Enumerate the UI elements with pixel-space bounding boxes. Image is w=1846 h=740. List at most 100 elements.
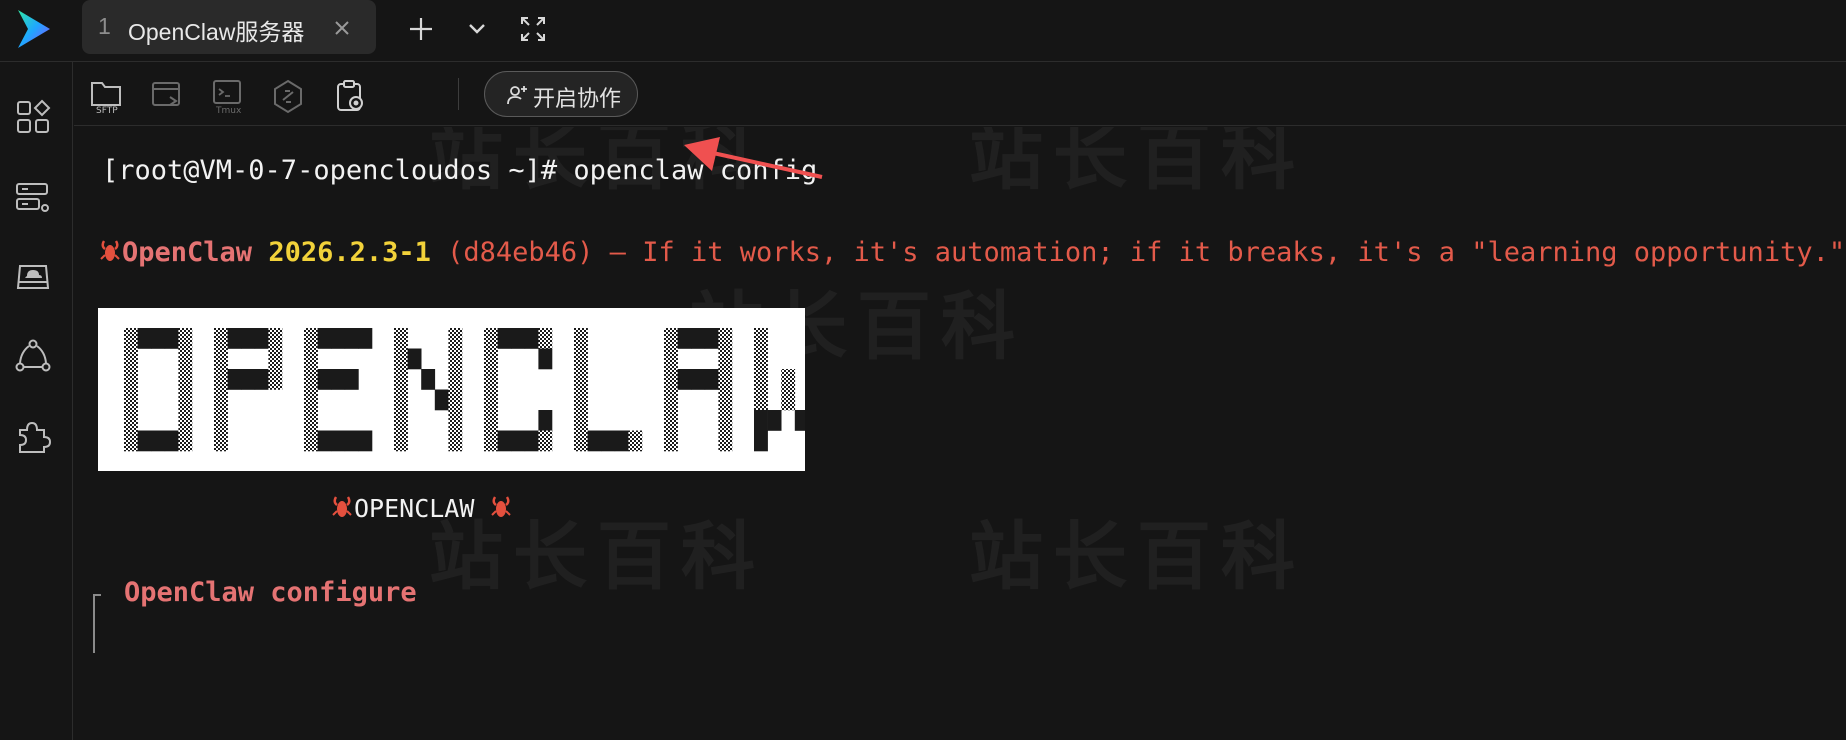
logo-cell-a bbox=[704, 369, 719, 390]
logo-cell-e bbox=[358, 328, 373, 349]
logo-cell-a bbox=[718, 328, 733, 349]
logo-cell-o bbox=[124, 369, 138, 390]
logo-cell-c bbox=[484, 369, 498, 390]
logo-cell-e bbox=[304, 389, 318, 411]
banner-name: OpenClaw bbox=[122, 237, 253, 268]
tab-index: 1 bbox=[98, 13, 111, 39]
logo-cell-w bbox=[754, 348, 768, 370]
terminal-output[interactable]: 站长百科 站长百科 站长百科 站长百科 站长百科 [root@VM-0-7-op… bbox=[74, 127, 1846, 740]
logo-cell-o bbox=[178, 389, 193, 411]
ascii-logo bbox=[98, 308, 823, 471]
logo-cell-o bbox=[178, 328, 193, 349]
logo-cell-p bbox=[214, 348, 228, 370]
sftp-icon[interactable]: SFTP bbox=[88, 77, 128, 115]
clipboard-record-icon[interactable] bbox=[330, 77, 370, 115]
logo-cell-e bbox=[331, 328, 346, 349]
logo-cell-p bbox=[254, 369, 269, 390]
logo-cell-a bbox=[664, 389, 678, 411]
logo-cell-c bbox=[538, 328, 553, 349]
logo-cell-n bbox=[394, 389, 408, 411]
share-nodes-icon[interactable] bbox=[14, 338, 52, 376]
logo-cell-p bbox=[268, 328, 283, 349]
logo-cell-p bbox=[268, 348, 283, 370]
toolbar-divider bbox=[458, 78, 459, 110]
sidebar bbox=[0, 62, 73, 740]
logo-cell-e bbox=[304, 430, 318, 452]
logo-cell-l bbox=[574, 430, 588, 452]
terminal-toolbar: SFTP Tmux 开启协作 bbox=[74, 62, 1846, 126]
logo-cell-p bbox=[214, 328, 228, 349]
logo-cell-n bbox=[448, 369, 463, 390]
logo-cell-w bbox=[754, 369, 768, 390]
logo-cell-o bbox=[151, 430, 166, 452]
logo-cell-l bbox=[574, 389, 588, 411]
logo-cell-n bbox=[434, 389, 449, 411]
logo-cell-o bbox=[164, 328, 179, 349]
logo-cell-p bbox=[214, 410, 228, 431]
title-bar: 1 OpenClaw服务器 bbox=[0, 0, 1846, 62]
start-collaboration-button[interactable]: 开启协作 bbox=[484, 71, 638, 117]
logo-cell-c bbox=[497, 430, 512, 452]
app-logo[interactable] bbox=[14, 6, 54, 52]
add-user-icon bbox=[507, 86, 527, 105]
logo-cell-w bbox=[767, 410, 782, 431]
logo-cell-c bbox=[524, 430, 539, 452]
logo-cell-o bbox=[124, 410, 138, 431]
tab-openclaw-server[interactable]: 1 OpenClaw服务器 bbox=[82, 0, 376, 54]
server-list-icon[interactable] bbox=[14, 178, 52, 216]
logo-cell-n bbox=[448, 348, 463, 370]
logo-cell-p bbox=[227, 328, 242, 349]
cloud-drive-icon[interactable] bbox=[14, 258, 52, 296]
plugin-icon[interactable] bbox=[14, 418, 52, 456]
tmux-label: Tmux bbox=[215, 106, 242, 115]
logo-cell-o bbox=[124, 328, 138, 349]
plus-icon[interactable] bbox=[404, 12, 438, 46]
logo-cell-o bbox=[124, 389, 138, 411]
logo-cell-p bbox=[227, 369, 242, 390]
logo-cell-l bbox=[574, 348, 588, 370]
logo-cell-w bbox=[794, 410, 809, 431]
ascii-logo-art bbox=[124, 328, 823, 452]
banner-tagline: (d84eb46) — If it works, it's automation… bbox=[430, 237, 1846, 268]
logo-cell-n bbox=[394, 369, 408, 390]
logo-cell-n bbox=[448, 328, 463, 349]
close-icon[interactable] bbox=[330, 16, 354, 40]
link-icon[interactable] bbox=[268, 77, 308, 115]
logo-cell-a bbox=[704, 328, 719, 349]
logo-cell-c bbox=[524, 328, 539, 349]
logo-cell-l bbox=[587, 430, 602, 452]
logo-cell-a bbox=[718, 430, 733, 452]
logo-cell-p bbox=[214, 389, 228, 411]
logo-cell-o bbox=[137, 430, 152, 452]
tab-title: OpenClaw服务器 bbox=[128, 19, 305, 45]
logo-cell-e bbox=[304, 328, 318, 349]
logo-cell-l bbox=[574, 369, 588, 390]
logo-cell-e bbox=[331, 430, 346, 452]
logo-cell-n bbox=[448, 389, 463, 411]
lobster-icon bbox=[491, 496, 512, 517]
logo-cell-c bbox=[538, 348, 553, 370]
logo-cell-w bbox=[754, 389, 768, 411]
logo-cell-n bbox=[448, 410, 463, 431]
tree-corner bbox=[93, 594, 101, 653]
logo-cell-n bbox=[448, 430, 463, 452]
fullscreen-icon[interactable] bbox=[516, 12, 550, 46]
logo-cell-l bbox=[614, 430, 629, 452]
logo-cell-o bbox=[178, 430, 193, 452]
logo-cell-a bbox=[718, 410, 733, 431]
logo-cell-c bbox=[484, 348, 498, 370]
logo-cell-c bbox=[484, 328, 498, 349]
logo-cell-a bbox=[664, 369, 678, 390]
logo-cell-n bbox=[394, 348, 408, 370]
watermark: 站长百科 bbox=[969, 127, 1305, 200]
logo-cell-p bbox=[214, 430, 228, 452]
logo-cell-e bbox=[304, 348, 318, 370]
window-icon[interactable] bbox=[148, 77, 188, 115]
chevron-down-icon[interactable] bbox=[460, 12, 494, 46]
sublogo-text: OPENCLAW bbox=[354, 494, 475, 523]
tmux-icon[interactable]: Tmux bbox=[208, 77, 248, 115]
logo-cell-e bbox=[344, 430, 359, 452]
apps-grid-icon[interactable] bbox=[14, 98, 52, 136]
logo-cell-o bbox=[178, 348, 193, 370]
logo-cell-o bbox=[178, 369, 193, 390]
